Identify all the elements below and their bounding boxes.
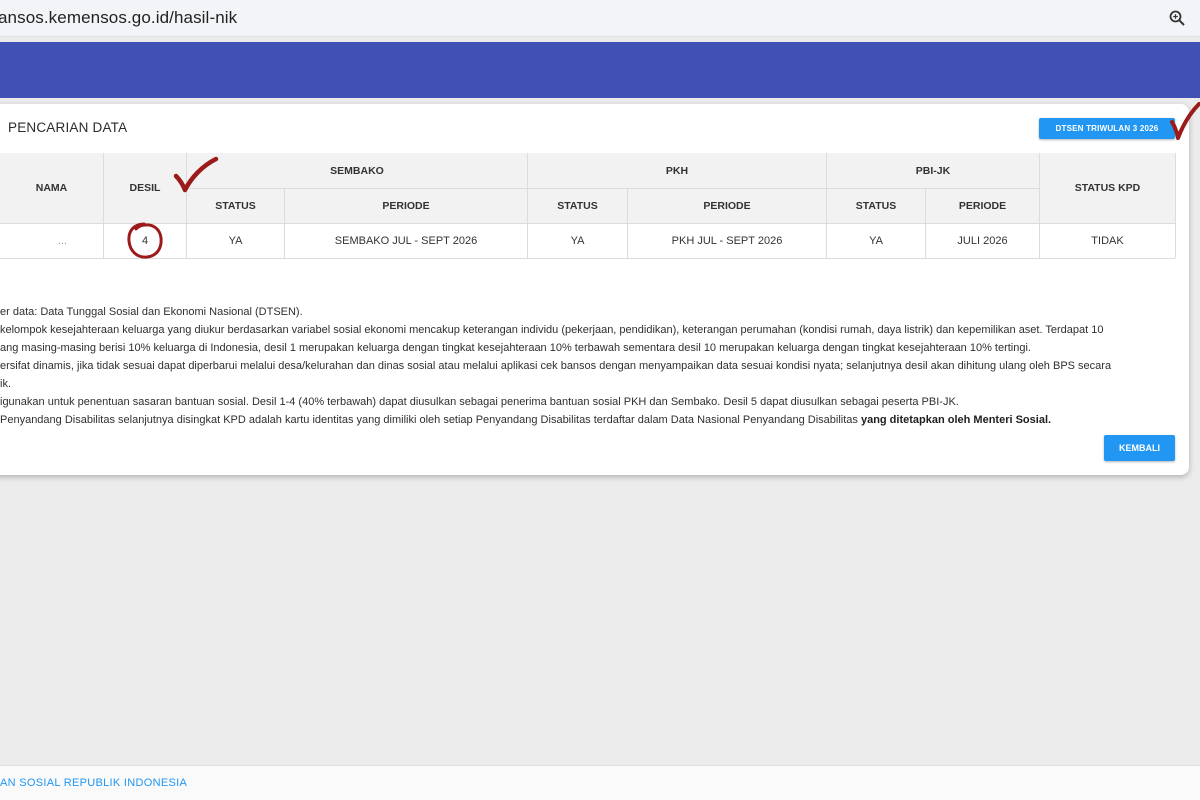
table-divider <box>0 223 1175 224</box>
header-status-kpd: STATUS KPD <box>1040 153 1175 223</box>
table-divider <box>826 153 827 258</box>
browser-address-bar[interactable]: ansos.kemensos.go.id/hasil-nik <box>0 0 1200 37</box>
cell-status-kpd: TIDAK <box>1091 235 1124 247</box>
header-pbijk-status: STATUS <box>827 189 925 223</box>
cell-sembako-periode: SEMBAKO JUL - SEPT 2026 <box>334 235 478 247</box>
note-line: er data: Data Tunggal Sosial dan Ekonomi… <box>0 306 303 318</box>
cell-nama: ... <box>57 235 67 247</box>
page-title: PENCARIAN DATA <box>8 120 128 135</box>
header-sembako: SEMBAKO <box>187 153 527 188</box>
table-divider <box>284 188 285 258</box>
back-button[interactable]: KEMBALI <box>1104 435 1175 461</box>
note-line: kelompok kesejahteraan keluarga yang diu… <box>0 324 1104 336</box>
footer: AN SOSIAL REPUBLIK INDONESIA <box>0 765 1200 800</box>
cell-pbijk-periode: JULI 2026 <box>957 235 1008 247</box>
cell-pkh-status: YA <box>570 235 585 247</box>
dtsen-period-button[interactable]: DTSEN TRIWULAN 3 2026 <box>1039 118 1175 139</box>
note-text: Penyandang Disabilitas selanjutnya disin… <box>0 414 861 426</box>
circle-annotation <box>127 222 163 259</box>
table-divider <box>103 153 104 258</box>
search-icon[interactable] <box>1168 9 1186 27</box>
header-pkh: PKH <box>528 153 826 188</box>
cell-pkh-periode: PKH JUL - SEPT 2026 <box>671 235 783 247</box>
header-sembako-periode: PERIODE <box>285 189 527 223</box>
table-divider <box>627 188 628 258</box>
note-bold-text: yang ditetapkan oleh Menteri Sosial. <box>860 414 1052 426</box>
table-divider <box>187 188 1039 189</box>
header-sembako-status: STATUS <box>187 189 284 223</box>
table-divider <box>925 188 926 258</box>
notes-section: er data: Data Tunggal Sosial dan Ekonomi… <box>0 303 1170 429</box>
header-pkh-periode: PERIODE <box>628 189 826 223</box>
table-divider <box>0 258 1175 259</box>
header-pkh-status: STATUS <box>528 189 627 223</box>
note-line: ersifat dinamis, jika tidak sesuai dapat… <box>0 360 1112 372</box>
cell-pbijk-status: YA <box>869 235 883 247</box>
header-pbijk: PBI-JK <box>827 153 1039 188</box>
table-divider <box>527 153 528 258</box>
checkmark-annotation <box>1170 102 1200 140</box>
header-pbijk-periode: PERIODE <box>926 189 1039 223</box>
cell-sembako-status: YA <box>228 235 243 247</box>
url-text[interactable]: ansos.kemensos.go.id/hasil-nik <box>0 8 237 28</box>
note-line: Penyandang Disabilitas selanjutnya disin… <box>0 411 1170 429</box>
table-divider <box>1175 153 1176 258</box>
note-line: igunakan untuk penentuan sasaran bantuan… <box>0 396 959 408</box>
note-line: ik. <box>0 378 11 390</box>
footer-text: AN SOSIAL REPUBLIK INDONESIA <box>0 777 188 789</box>
table-divider <box>1039 153 1040 258</box>
app-header-bar <box>0 42 1200 98</box>
checkmark-annotation <box>173 156 219 193</box>
note-line: ang masing-masing berisi 10% keluarga di… <box>0 342 1031 354</box>
header-nama: NAMA <box>0 153 103 223</box>
